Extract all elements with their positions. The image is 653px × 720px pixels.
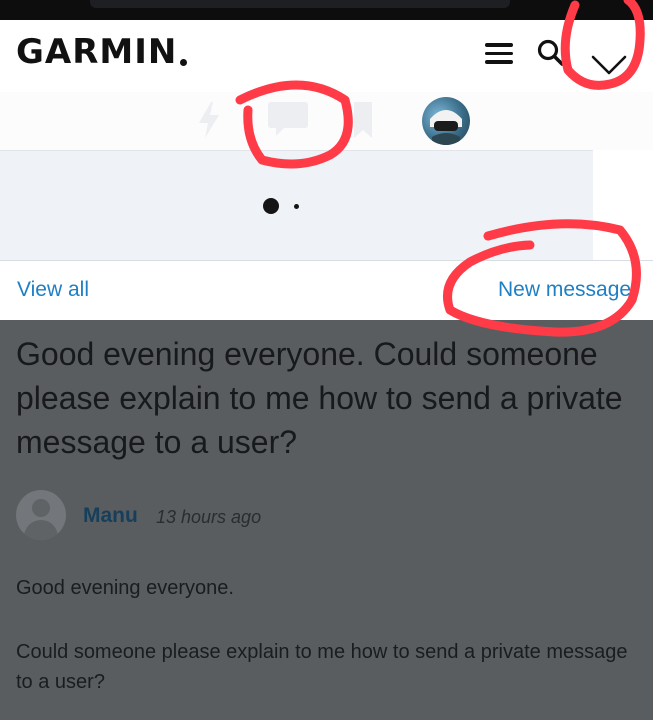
carousel-dot[interactable] [294,204,299,209]
search-icon[interactable] [537,39,565,67]
device-notch [90,0,510,8]
author-avatar[interactable] [16,490,66,540]
bookmark-icon[interactable] [350,100,376,140]
notifications-dropdown: View all New message [0,150,653,320]
quick-actions-bar [0,92,653,150]
menu-icon[interactable] [485,43,513,65]
post-title: Good evening everyone. Could someone ple… [16,336,623,460]
view-all-link[interactable]: View all [17,278,89,302]
author-name[interactable]: Manu [83,504,138,528]
post-timestamp: 13 hours ago [156,507,262,527]
carousel-edge [593,150,653,260]
status-bar [0,0,653,20]
chat-icon[interactable] [266,100,310,138]
lightning-icon[interactable] [196,100,222,140]
brand-name: GARMIN [16,32,178,72]
post-body-paragraph: Good evening everyone. [16,577,234,599]
forum-post: Good evening everyone. Could someone ple… [0,320,653,720]
user-avatar[interactable] [422,97,470,145]
panel-actions: View all New message [0,260,653,320]
new-message-link[interactable]: New message [498,278,631,302]
chevron-down-icon[interactable] [591,54,627,76]
garmin-logo[interactable]: GARMIN [16,32,188,72]
message-carousel[interactable] [0,150,593,260]
carousel-dot-active[interactable] [263,198,279,214]
registered-mark-icon [180,59,188,66]
site-header: GARMIN [0,20,653,92]
post-body-paragraph: Could someone please explain to me how t… [16,641,628,693]
